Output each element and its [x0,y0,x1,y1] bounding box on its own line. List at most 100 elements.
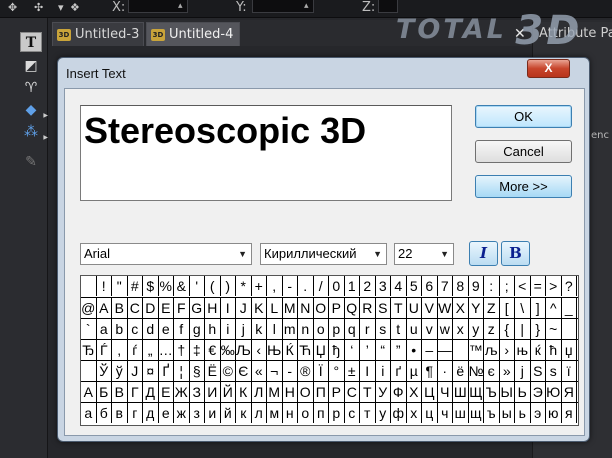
charmap-cell[interactable] [562,319,577,339]
charmap-cell[interactable]: Щ [469,382,484,402]
charmap-cell[interactable]: 5 [407,276,422,296]
charmap-cell[interactable]: е [159,403,174,423]
charmap-cell[interactable]: ! [97,276,112,296]
charmap-cell[interactable]: 2 [360,276,376,296]
charmap-cell[interactable]: j [236,319,252,339]
charmap-cell[interactable]: O [314,298,329,318]
charmap-cell[interactable]: B [112,298,128,318]
charmap-cell[interactable]: д [143,403,159,423]
charmap-cell[interactable]: Ћ [298,340,314,360]
charmap-cell[interactable]: G [190,298,205,318]
charmap-cell[interactable]: k [252,319,267,339]
charmap-cell[interactable]: ї [562,361,577,381]
bold-button[interactable]: B [501,241,530,266]
charmap-cell[interactable]: ] [531,298,546,318]
charmap-cell[interactable]: ™ [469,340,484,360]
charmap-cell[interactable]: L [267,298,283,318]
charmap-cell[interactable]: Љ [236,340,252,360]
charmap-cell[interactable]: Г [128,382,143,402]
charmap-cell[interactable]: _ [562,298,577,318]
charmap-cell[interactable]: ` [81,319,97,339]
charmap-cell[interactable]: ѕ [546,361,562,381]
charmap-cell[interactable]: H [205,298,221,318]
charmap-cell[interactable]: „ [143,340,159,360]
charmap-cell[interactable]: Ц [422,382,438,402]
diamond-tool-icon[interactable]: ◆ ▶ [20,100,48,120]
charmap-cell[interactable]: 8 [453,276,469,296]
charmap-cell[interactable]: г [128,403,143,423]
tab-untitled-4[interactable]: 3D Untitled-4 [146,22,240,46]
charmap-cell[interactable]: ћ [546,340,562,360]
charmap-cell[interactable]: љ [484,340,500,360]
charmap-cell[interactable]: м [267,403,283,423]
charmap-cell[interactable]: њ [515,340,531,360]
charmap-cell[interactable]: И [205,382,221,402]
charmap-cell[interactable]: © [221,361,236,381]
charmap-cell[interactable]: в [112,403,128,423]
move-tool-icon[interactable]: ✣ [34,1,43,14]
charmap-cell[interactable]: р [329,403,345,423]
charmap-cell[interactable]: с [345,403,360,423]
charmap-cell[interactable]: й [221,403,236,423]
cube-tool-icon[interactable]: ◩ [20,56,42,76]
charmap-cell[interactable]: А [81,382,97,402]
charmap-cell[interactable]: : [484,276,500,296]
charmap-cell[interactable]: ° [329,361,345,381]
charmap-cell[interactable]: C [128,298,143,318]
charmap-cell[interactable]: \ [515,298,531,318]
charmap-cell[interactable]: 3 [376,276,391,296]
charmap-cell[interactable]: % [159,276,174,296]
charmap-cell[interactable]: В [112,382,128,402]
charmap-cell[interactable]: Ё [205,361,221,381]
tab-untitled-3[interactable]: 3D Untitled-3 [52,22,144,46]
charmap-cell[interactable]: ў [112,361,128,381]
charmap-cell[interactable]: › [500,340,515,360]
charmap-cell[interactable]: » [500,361,515,381]
charmap-cell[interactable]: $ [143,276,159,296]
charmap-cell[interactable]: Е [159,382,174,402]
charmap-cell[interactable]: ( [205,276,221,296]
charmap-cell[interactable]: Q [345,298,360,318]
charmap-cell[interactable]: О [298,382,314,402]
charmap-cell[interactable]: ’ [360,340,376,360]
charmap-cell[interactable]: F [174,298,190,318]
charmap-cell[interactable] [81,276,97,296]
dropdown-arrow-icon[interactable]: ▾ [58,1,64,14]
charmap-cell[interactable]: h [205,319,221,339]
charmap-cell[interactable]: • [407,340,422,360]
charmap-cell[interactable]: к [236,403,252,423]
charmap-cell[interactable]: # [128,276,143,296]
charmap-cell[interactable]: S [376,298,391,318]
charmap-cell[interactable]: = [531,276,546,296]
charmap-cell[interactable]: Ь [515,382,531,402]
charmap-cell[interactable]: I [221,298,236,318]
charmap-cell[interactable]: 7 [438,276,453,296]
text-tool-icon[interactable]: T [20,32,42,52]
font-dropdown[interactable]: Arial ▼ [80,243,252,265]
charmap-cell[interactable]: Ѓ [97,340,112,360]
charmap-cell[interactable]: P [329,298,345,318]
cancel-button[interactable]: Cancel [475,140,572,163]
charmap-cell[interactable]: М [267,382,283,402]
charmap-cell[interactable]: / [314,276,329,296]
charmap-cell[interactable]: J [236,298,252,318]
charmap-cell[interactable]: 1 [345,276,360,296]
charmap-cell[interactable]: r [360,319,376,339]
charmap-cell[interactable]: M [283,298,298,318]
charmap-cell[interactable]: " [112,276,128,296]
charmap-cell[interactable]: n [298,319,314,339]
charmap-cell[interactable]: Ї [314,361,329,381]
charmap-cell[interactable]: Х [407,382,422,402]
x-coord-spinner-icon[interactable]: ▴ [178,1,183,11]
charmap-cell[interactable]: ч [438,403,453,423]
charmap-cell[interactable]: ¤ [143,361,159,381]
charmap-cell[interactable]: ц [422,403,438,423]
charmap-cell[interactable]: и [205,403,221,423]
charmap-cell[interactable]: ~ [546,319,562,339]
charmap-cell[interactable]: Й [221,382,236,402]
edit-tool-icon[interactable]: ✎ [20,152,42,172]
charmap-cell[interactable]: d [143,319,159,339]
charmap-cell[interactable]: Ш [453,382,469,402]
charmap-cell[interactable]: > [546,276,562,296]
charmap-cell[interactable]: Y [469,298,484,318]
